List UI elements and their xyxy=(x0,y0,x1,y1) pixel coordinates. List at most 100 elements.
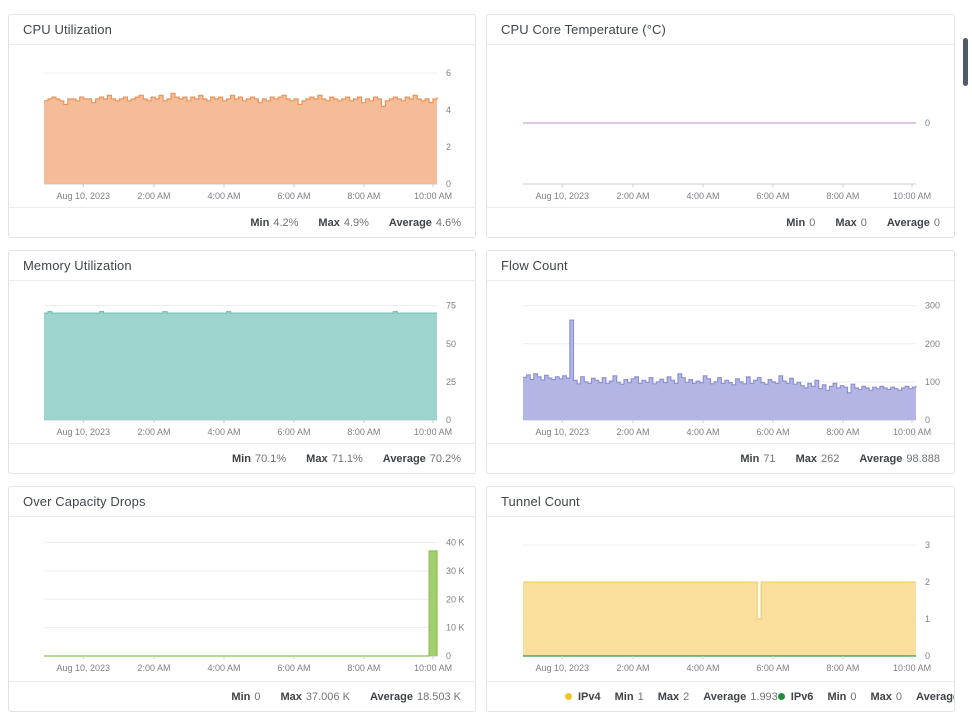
panel-tunnel-count: Tunnel Count 0 1 2 3 Aug 10, 2023 2:00 AM 4:00… xyxy=(486,486,955,712)
cpu-utilization-stats: Min4.2% Max4.9% Average4.6% xyxy=(9,207,475,237)
cpu-utilization-chart[interactable]: 0246Aug 10, 20232:00 AM4:00 AM6:00 AM8:0… xyxy=(9,45,475,207)
svg-text:4:00 AM: 4:00 AM xyxy=(207,427,240,437)
svg-text:0: 0 xyxy=(446,415,451,425)
stat-max: Max262 xyxy=(796,453,840,465)
over-capacity-drops-stats: Min0 Max37.006 K Average18.503 K xyxy=(9,681,475,711)
svg-text:6: 6 xyxy=(446,68,451,78)
stat-min: Min0 xyxy=(827,691,856,703)
svg-text:0: 0 xyxy=(925,415,930,425)
svg-text:10:00 AM: 10:00 AM xyxy=(414,663,452,673)
legend-dot-ipv4 xyxy=(565,693,572,700)
stat-max: Max0 xyxy=(835,217,867,229)
stat-min: Min71 xyxy=(740,453,775,465)
svg-text:10 K: 10 K xyxy=(446,623,465,633)
legend-label-ipv4: IPv4 xyxy=(578,691,601,703)
svg-text:2: 2 xyxy=(925,577,930,587)
tunnel-count-legend: IPv4Min1Max2Average1.993IPv6Min0Max0Aver… xyxy=(487,681,954,711)
over-capacity-drops-chart[interactable]: 0 10 K 20 K 30 K 40 K Aug 10, 2023 2:00 AM 4:00… xyxy=(9,517,475,681)
svg-text:Aug 10, 2023: Aug 10, 2023 xyxy=(57,663,111,673)
stat-average: Average0 xyxy=(887,217,940,229)
svg-text:6:00 AM: 6:00 AM xyxy=(756,427,789,437)
stat-max: Max71.1% xyxy=(306,453,363,465)
panel-cpu-utilization: CPU Utilization 0246Aug 10, 20232:00 AM4… xyxy=(8,14,476,238)
svg-text:8:00 AM: 8:00 AM xyxy=(347,191,380,201)
svg-text:0: 0 xyxy=(925,651,930,661)
stat-average: Average70.2% xyxy=(383,453,461,465)
panel-title-over-capacity-drops: Over Capacity Drops xyxy=(9,487,475,517)
stat-average: Average4.6% xyxy=(389,217,461,229)
svg-text:2: 2 xyxy=(446,142,451,152)
svg-text:0: 0 xyxy=(446,179,451,189)
svg-text:2:00 AM: 2:00 AM xyxy=(616,663,649,673)
svg-text:8:00 AM: 8:00 AM xyxy=(347,427,380,437)
legend-dot-ipv6 xyxy=(778,693,785,700)
memory-utilization-stats: Min70.1% Max71.1% Average70.2% xyxy=(9,443,475,473)
cpu-core-temperature-chart[interactable]: 0Aug 10, 20232:00 AM4:00 AM6:00 AM8:00 A… xyxy=(487,45,954,207)
svg-text:4:00 AM: 4:00 AM xyxy=(686,191,719,201)
svg-text:100: 100 xyxy=(925,377,940,387)
svg-text:4:00 AM: 4:00 AM xyxy=(207,663,240,673)
svg-text:50: 50 xyxy=(446,339,456,349)
stat-average: Average0 xyxy=(916,691,955,703)
stat-min: Min1 xyxy=(615,691,644,703)
panel-flow-count: Flow Count 0 100 200 300 Aug 10, 2023 2:00 AM… xyxy=(486,250,955,474)
tunnel-count-chart[interactable]: 0123Aug 10, 20232:00 AM4:00 AM6:00 AM8:0… xyxy=(487,517,954,681)
svg-text:10:00 AM: 10:00 AM xyxy=(414,427,452,437)
stat-average: Average18.503 K xyxy=(370,691,461,703)
svg-text:8:00 AM: 8:00 AM xyxy=(826,427,859,437)
stat-min: Min70.1% xyxy=(232,453,286,465)
svg-text:Aug 10, 2023: Aug 10, 2023 xyxy=(535,427,589,437)
svg-text:Aug 10, 2023: Aug 10, 2023 xyxy=(535,191,589,201)
stat-max: Max2 xyxy=(658,691,690,703)
svg-text:Aug 10, 2023: Aug 10, 2023 xyxy=(535,663,589,673)
svg-text:2:00 AM: 2:00 AM xyxy=(616,191,649,201)
svg-text:20 K: 20 K xyxy=(446,594,465,604)
svg-text:8:00 AM: 8:00 AM xyxy=(347,663,380,673)
svg-text:4:00 AM: 4:00 AM xyxy=(686,663,719,673)
svg-text:6:00 AM: 6:00 AM xyxy=(756,191,789,201)
svg-text:0: 0 xyxy=(446,651,451,661)
svg-text:10:00 AM: 10:00 AM xyxy=(893,427,931,437)
panel-over-capacity-drops: Over Capacity Drops 0 10 K 20 K 30 K 40 K Aug… xyxy=(8,486,476,712)
panel-cpu-core-temperature: CPU Core Temperature (°C) 0Aug 10, 20232… xyxy=(486,14,955,238)
svg-text:4:00 AM: 4:00 AM xyxy=(686,427,719,437)
svg-text:10:00 AM: 10:00 AM xyxy=(893,191,931,201)
panel-title-cpu-utilization: CPU Utilization xyxy=(9,15,475,45)
flow-count-stats: Min71Max262Average98.888 xyxy=(487,443,954,473)
panel-title-memory-utilization: Memory Utilization xyxy=(9,251,475,281)
memory-utilization-chart[interactable]: 0255075Aug 10, 20232:00 AM4:00 AM6:00 AM… xyxy=(9,281,475,443)
panel-memory-utilization: Memory Utilization 0255075Aug 10, 20232:… xyxy=(8,250,476,474)
svg-text:25: 25 xyxy=(446,377,456,387)
cpu-core-temperature-stats: Min0 Max0 Average0 xyxy=(487,207,954,237)
svg-text:8:00 AM: 8:00 AM xyxy=(826,663,859,673)
svg-text:200: 200 xyxy=(925,339,940,349)
svg-text:Aug 10, 2023: Aug 10, 2023 xyxy=(57,191,111,201)
svg-text:6:00 AM: 6:00 AM xyxy=(277,191,310,201)
legend-ipv4: IPv4 Min1 Max2 Average1.993 xyxy=(565,691,778,703)
svg-text:3: 3 xyxy=(925,540,930,550)
stat-max: Max4.9% xyxy=(318,217,368,229)
dashboard-grid: CPU Utilization 0 2 4 6 Aug 10, 2023 2:00 AM 4… xyxy=(0,0,972,712)
svg-text:300: 300 xyxy=(925,301,940,311)
flow-count-chart[interactable]: 0 100 200 300 Aug 10, 2023 2:00 AM 4:00 AM 6:00… xyxy=(487,281,954,443)
stat-average: Average1.993 xyxy=(703,691,778,703)
stat-min: Min0 xyxy=(786,217,815,229)
svg-text:2:00 AM: 2:00 AM xyxy=(616,427,649,437)
stat-min: Min4.2% xyxy=(250,217,298,229)
stat-max: Max0 xyxy=(871,691,903,703)
svg-text:8:00 AM: 8:00 AM xyxy=(826,191,859,201)
panel-title-tunnel-count: Tunnel Count xyxy=(487,487,954,517)
svg-text:10:00 AM: 10:00 AM xyxy=(893,663,931,673)
stat-min: Min0 xyxy=(231,691,260,703)
vertical-scrollbar[interactable] xyxy=(963,38,968,86)
svg-text:40 K: 40 K xyxy=(446,538,465,548)
svg-text:2:00 AM: 2:00 AM xyxy=(138,663,171,673)
svg-text:6:00 AM: 6:00 AM xyxy=(277,427,310,437)
legend-ipv6: IPv6Min0Max0Average0 xyxy=(778,691,955,703)
svg-text:4: 4 xyxy=(446,105,451,115)
svg-text:6:00 AM: 6:00 AM xyxy=(277,663,310,673)
svg-text:1: 1 xyxy=(925,614,930,624)
stat-max: Max37.006 K xyxy=(280,691,349,703)
panel-title-flow-count: Flow Count xyxy=(487,251,954,281)
svg-text:30 K: 30 K xyxy=(446,566,465,576)
